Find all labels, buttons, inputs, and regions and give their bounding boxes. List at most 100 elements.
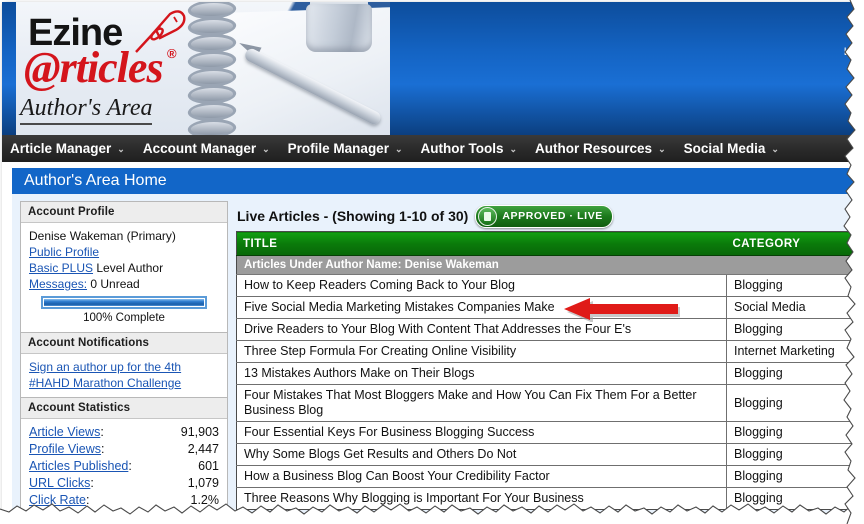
account-statistics-body: Article Views: 91,903 Profile Views: 2,4… — [21, 419, 227, 522]
stat-value-articles-published: 601 — [198, 459, 219, 473]
stat-row: Article Views: 91,903 — [29, 425, 219, 439]
article-category: Blogging — [726, 318, 860, 341]
left-gutter — [2, 162, 8, 522]
stat-value-article-views: 91,903 — [180, 425, 219, 439]
main-column: Live Articles - (Showing 1-10 of 30) APP… — [236, 201, 860, 510]
article-title[interactable]: How to Keep Readers Coming Back to Your … — [236, 274, 727, 297]
main-navigation: Article Manager ⌄ Account Manager ⌄ Prof… — [2, 135, 860, 162]
chevron-down-icon: ⌄ — [771, 144, 779, 154]
account-profile-panel: Account Profile Denise Wakeman (Primary)… — [20, 201, 228, 332]
page-title: Author's Area Home — [12, 168, 860, 194]
nav-item-account-manager[interactable]: Account Manager ⌄ — [134, 135, 279, 162]
public-profile-link[interactable]: Public Profile — [29, 245, 99, 259]
stat-row: Emailed: 50 — [29, 509, 219, 522]
nav-label: Author Tools — [420, 141, 504, 156]
profile-completion-progress-fill — [44, 299, 204, 306]
nav-label: Article Manager — [10, 141, 112, 156]
logo-tagline: Author's Area — [20, 95, 153, 125]
page-frame: Ezine @rticles ® Author's Area La Articl… — [0, 0, 864, 524]
article-category: Blogging — [726, 421, 860, 444]
article-title[interactable]: Three Reasons Why Blogging is Important … — [236, 487, 727, 510]
nav-item-profile-manager[interactable]: Profile Manager ⌄ — [279, 135, 412, 162]
stat-link-url-clicks[interactable]: URL Clicks — [29, 476, 90, 490]
table-row[interactable]: Five Social Media Marketing Mistakes Com… — [236, 296, 860, 319]
nav-label: Social Media — [683, 141, 766, 156]
account-notifications-panel: Account Notifications Sign an author up … — [20, 332, 228, 397]
account-statistics-heading: Account Statistics — [21, 398, 227, 419]
nav-item-author-tools[interactable]: Author Tools ⌄ — [412, 135, 527, 162]
account-level-link[interactable]: Basic PLUS — [29, 261, 93, 275]
account-statistics-panel: Account Statistics Article Views: 91,903… — [20, 397, 228, 522]
document-icon — [478, 206, 498, 226]
profile-completion-label: 100% Complete — [83, 312, 165, 324]
content-pane: Account Profile Denise Wakeman (Primary)… — [12, 194, 860, 522]
article-title[interactable]: How a Business Blog Can Boost Your Credi… — [236, 465, 727, 488]
messages-link[interactable]: Messages: — [29, 277, 87, 291]
live-articles-heading-text: Live Articles - (Showing 1-10 of 30) — [237, 208, 469, 224]
account-notifications-heading: Account Notifications — [21, 333, 227, 354]
author-name: Denise Wakeman (Primary) — [29, 229, 176, 243]
table-row[interactable]: 13 Mistakes Authors Make on Their Blogs … — [236, 362, 860, 385]
status-badge-label: APPROVED · LIVE — [502, 210, 603, 222]
chevron-down-icon: ⌄ — [394, 144, 403, 154]
article-title[interactable]: Five Social Media Marketing Mistakes Com… — [236, 296, 727, 319]
stat-link-profile-views[interactable]: Profile Views — [29, 442, 101, 456]
page-inner: Ezine @rticles ® Author's Area La Articl… — [2, 2, 860, 522]
article-category: Internet Marketing — [726, 340, 860, 363]
stat-value-profile-views: 2,447 — [187, 442, 219, 456]
column-header-title[interactable]: TITLE — [236, 231, 727, 256]
stat-value-emailed: 50 — [205, 510, 219, 522]
table-row[interactable]: Four Essential Keys For Business Bloggin… — [236, 421, 860, 444]
article-category: Blogging — [726, 274, 860, 297]
nav-item-author-resources[interactable]: Author Resources ⌄ — [526, 135, 675, 162]
stat-row: Articles Published: 601 — [29, 459, 219, 473]
table-row[interactable]: Four Mistakes That Most Bloggers Make an… — [236, 384, 860, 422]
table-row[interactable]: Drive Readers to Your Blog With Content … — [236, 318, 860, 341]
notification-link[interactable]: Sign an author up for the 4th #HAHD Mara… — [29, 360, 181, 390]
article-title[interactable]: Drive Readers to Your Blog With Content … — [236, 318, 727, 341]
table-group-header-row: Articles Under Author Name: Denise Wakem… — [236, 255, 860, 275]
column-header-category[interactable]: CATEGORY — [726, 231, 860, 256]
article-title[interactable]: 13 Mistakes Authors Make on Their Blogs — [236, 362, 727, 385]
site-banner: Ezine @rticles ® Author's Area La — [2, 2, 860, 135]
spiral-binding — [185, 2, 239, 135]
nav-item-social-media[interactable]: Social Media ⌄ — [675, 135, 788, 162]
account-profile-body: Denise Wakeman (Primary) Public Profile … — [21, 223, 227, 332]
account-profile-heading: Account Profile — [21, 202, 227, 223]
stat-link-article-views[interactable]: Article Views — [29, 425, 100, 439]
ink-bottle-icon — [306, 4, 372, 52]
stat-row: URL Clicks: 1,079 — [29, 476, 219, 490]
stat-row: Profile Views: 2,447 — [29, 442, 219, 456]
article-category: Blogging — [726, 384, 860, 422]
stat-link-click-rate[interactable]: Click Rate — [29, 493, 86, 507]
table-row[interactable]: Three Step Formula For Creating Online V… — [236, 340, 860, 363]
nav-item-article-manager[interactable]: Article Manager ⌄ — [2, 135, 134, 162]
nav-label: Author Resources — [535, 141, 653, 156]
table-row[interactable]: How to Keep Readers Coming Back to Your … — [236, 274, 860, 297]
article-title[interactable]: Four Essential Keys For Business Bloggin… — [236, 421, 727, 444]
stat-link-emailed[interactable]: Emailed — [29, 510, 74, 522]
article-title[interactable]: Four Mistakes That Most Bloggers Make an… — [236, 384, 727, 422]
chevron-down-icon: ⌄ — [509, 144, 518, 154]
table-row[interactable]: How a Business Blog Can Boost Your Credi… — [236, 465, 860, 488]
articles-table: TITLE CATEGORY Articles Under Author Nam… — [236, 231, 860, 510]
article-category: Blogging — [726, 443, 860, 466]
sidebar: Account Profile Denise Wakeman (Primary)… — [20, 201, 228, 522]
profile-completion-progress — [41, 296, 207, 309]
account-level-suffix: Level Author — [93, 261, 164, 275]
table-header-row: TITLE CATEGORY — [236, 231, 860, 256]
stat-row: Click Rate: 1.2% — [29, 493, 220, 507]
article-title[interactable]: Why Some Blogs Get Results and Others Do… — [236, 443, 727, 466]
table-row[interactable]: Three Reasons Why Blogging is Important … — [236, 487, 860, 510]
stat-value-click-rate: 1.2% — [190, 493, 220, 507]
article-category: Blogging — [726, 362, 860, 385]
table-group-header-label: Articles Under Author Name: Denise Wakem… — [236, 255, 860, 275]
logo-articles-text: @rticles — [24, 43, 164, 92]
nav-label: Profile Manager — [287, 141, 389, 156]
banner-last-login-text: La — [843, 46, 856, 58]
stat-link-articles-published[interactable]: Articles Published — [29, 459, 128, 473]
article-title[interactable]: Three Step Formula For Creating Online V… — [236, 340, 727, 363]
nav-label: Account Manager — [142, 141, 257, 156]
article-category: Blogging — [726, 487, 860, 510]
table-row[interactable]: Why Some Blogs Get Results and Others Do… — [236, 443, 860, 466]
